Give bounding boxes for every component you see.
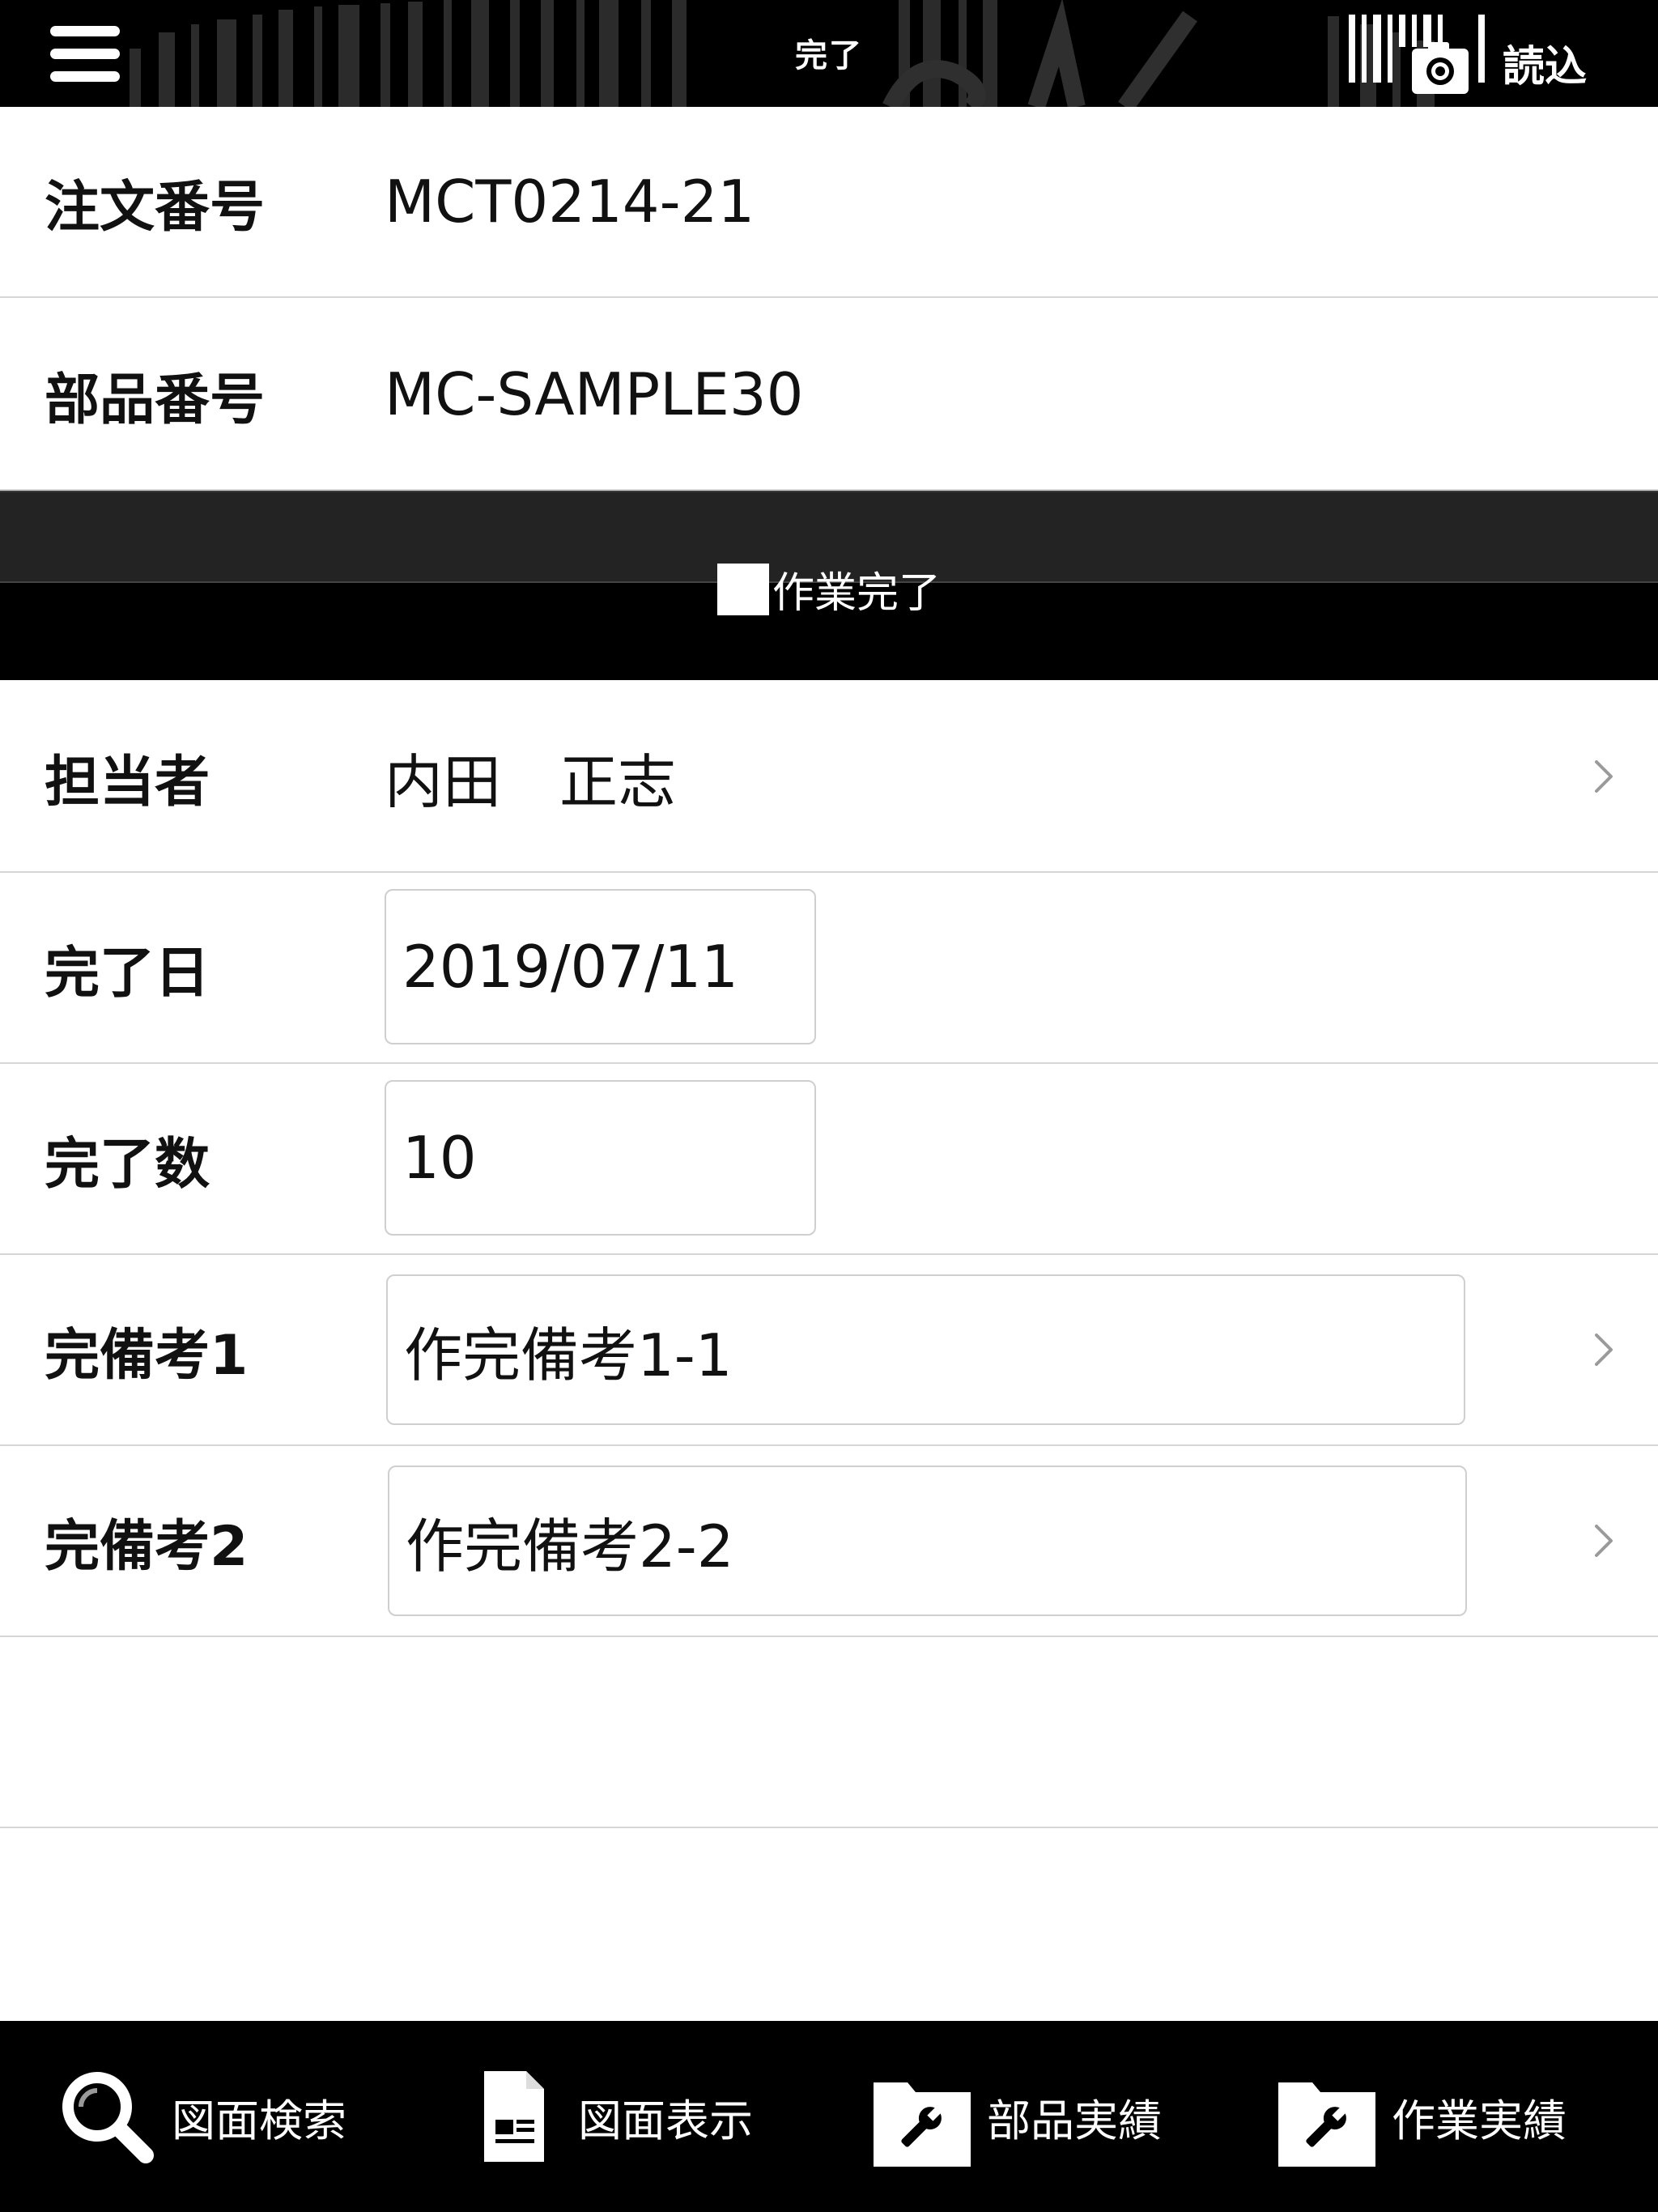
order-number-row: 注文番号 MCT0214-21 <box>0 107 1658 298</box>
remark2-label: 完備考2 <box>45 1514 249 1579</box>
order-number-value: MCT0214-21 <box>385 168 755 236</box>
remark2-row: 完備考2 <box>0 1446 1658 1637</box>
completion-date-label: 完了日 <box>45 941 210 1006</box>
work-complete-toggle[interactable]: 作業完了 <box>717 559 941 619</box>
wrench-folder-icon <box>874 2082 971 2167</box>
remark1-label: 完備考1 <box>45 1323 249 1388</box>
top-bar: 完了 読込 <box>0 0 1658 107</box>
completion-qty-label: 完了数 <box>45 1132 210 1197</box>
wrench-folder-icon <box>1278 2082 1375 2167</box>
tab-label: 図面検索 <box>172 2095 346 2146</box>
tab-work-results[interactable]: 作業実績 <box>1277 2021 1567 2212</box>
tab-drawing-search[interactable]: 図面検索 <box>57 2021 346 2212</box>
remark1-row: 完備考1 <box>0 1255 1658 1446</box>
search-icon <box>62 2072 154 2163</box>
completion-qty-row: 完了数 <box>0 1064 1658 1255</box>
remark1-input[interactable] <box>386 1274 1465 1425</box>
chevron-right-icon <box>1595 760 1613 793</box>
chevron-right-icon[interactable] <box>1592 1330 1616 1369</box>
work-complete-label: 作業完了 <box>772 569 942 618</box>
completion-date-row: 完了日 <box>0 873 1658 1064</box>
tab-label: 作業実績 <box>1392 2095 1567 2146</box>
part-number-row: 部品番号 MC-SAMPLE30 <box>0 300 1658 491</box>
tab-label: 図面表示 <box>578 2095 753 2146</box>
remark2-input[interactable] <box>388 1465 1467 1616</box>
barcode-camera-icon <box>1349 15 1485 94</box>
completion-qty-input[interactable] <box>385 1080 816 1236</box>
document-icon <box>484 2071 544 2162</box>
tab-label: 部品実績 <box>987 2095 1162 2146</box>
bottom-tab-bar: 図面検索 図面表示 部品実績 作業実績 <box>0 2021 1658 2212</box>
assignee-value: 内田 正志 <box>385 747 677 816</box>
chevron-right-icon[interactable] <box>1592 1521 1616 1560</box>
part-number-value: MC-SAMPLE30 <box>385 360 804 428</box>
order-number-label: 注文番号 <box>45 175 266 240</box>
scan-label: 読込 <box>1503 43 1588 91</box>
assignee-label: 担当者 <box>45 750 210 815</box>
tab-drawing-view[interactable]: 図面表示 <box>463 2021 753 2212</box>
completion-date-input[interactable] <box>385 889 816 1044</box>
tab-part-results[interactable]: 部品実績 <box>872 2021 1162 2212</box>
scan-button[interactable]: 読込 <box>1344 6 1611 100</box>
assignee-row[interactable]: 担当者 内田 正志 <box>0 682 1658 873</box>
empty-row <box>0 1637 1658 1828</box>
work-complete-checkbox[interactable] <box>717 563 769 615</box>
part-number-label: 部品番号 <box>45 368 266 432</box>
work-complete-band: 作業完了 <box>0 491 1658 680</box>
